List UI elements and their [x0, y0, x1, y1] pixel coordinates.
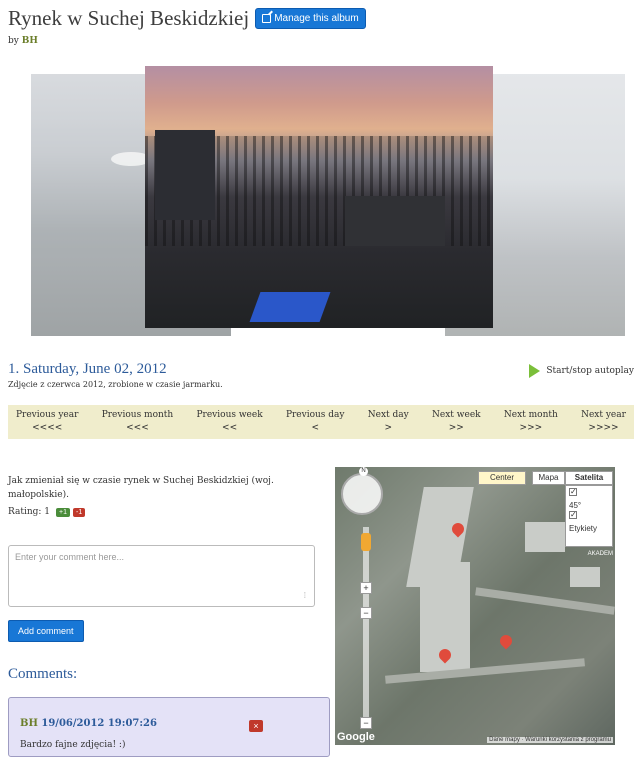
- nav-next-year[interactable]: Next year >>>>: [581, 405, 626, 439]
- comment-author[interactable]: BH: [20, 718, 38, 729]
- layer-labels-label: Etykiety: [569, 524, 598, 533]
- play-icon: [529, 364, 541, 378]
- manage-album-button[interactable]: Manage this album: [255, 8, 366, 29]
- nav-previous-week[interactable]: Previous week <<: [197, 405, 263, 439]
- street-view-pegman-icon[interactable]: [361, 533, 371, 551]
- byline-prefix: by: [8, 36, 19, 46]
- autoplay-toggle[interactable]: Start/stop autoplay: [529, 364, 634, 378]
- nav-previous-year[interactable]: Previous year <<<<: [16, 405, 78, 439]
- main-photo[interactable]: [145, 66, 493, 328]
- rating-label: Rating: 1: [8, 507, 51, 517]
- author-link[interactable]: BH: [22, 36, 38, 46]
- add-comment-button[interactable]: Add comment: [8, 620, 84, 642]
- nav-next-day[interactable]: Next day >: [368, 405, 409, 439]
- map-pan-control[interactable]: N: [341, 467, 383, 515]
- map-road: [475, 587, 615, 615]
- map-zoom-out-button[interactable]: −: [360, 607, 372, 619]
- map-marker-icon[interactable]: [497, 632, 515, 650]
- map-terms-link[interactable]: Dane mapy · Warunki korzystania z progra…: [487, 737, 613, 743]
- map-zoom-slider[interactable]: [363, 527, 369, 723]
- nav-next-month[interactable]: Next month >>>: [504, 405, 558, 439]
- resize-grip-icon[interactable]: ⁞: [304, 591, 306, 600]
- layer-labels-checkbox[interactable]: [569, 509, 577, 520]
- comment-timestamp: 19/06/2012 19:07:26: [41, 718, 157, 729]
- comment-placeholder: Enter your comment here...: [15, 552, 125, 562]
- autoplay-label: Start/stop autoplay: [546, 366, 634, 376]
- comment-text: Bardzo fajne zdjęcia! :): [20, 740, 126, 750]
- map-zoom-out-bottom-button[interactable]: −: [360, 717, 372, 729]
- google-logo[interactable]: Google: [337, 731, 375, 743]
- delete-comment-icon[interactable]: ×: [249, 720, 263, 732]
- north-indicator: N: [359, 467, 368, 476]
- vote-up-button[interactable]: +1: [56, 507, 71, 517]
- album-header: Rynek w Suchej Beskidzkiej Manage this a…: [8, 6, 366, 31]
- comment-meta: BH 19/06/2012 19:07:26: [20, 718, 157, 729]
- nav-next-week[interactable]: Next week >>: [432, 405, 481, 439]
- album-title: Rynek w Suchej Beskidzkiej: [8, 6, 250, 30]
- map-center-button[interactable]: Center: [478, 471, 526, 485]
- map-type-map-button[interactable]: Mapa: [532, 471, 565, 485]
- comments-heading: Comments:: [8, 666, 78, 682]
- location-map[interactable]: N + − − Center Mapa Satelita 45° Etykiet…: [335, 467, 615, 745]
- comment-item: BH 19/06/2012 19:07:26 × Bardzo fajne zd…: [8, 697, 330, 757]
- byline: by BH: [8, 36, 38, 46]
- map-zoom-in-button[interactable]: +: [360, 582, 372, 594]
- rating: Rating: 1 +1 -1: [8, 507, 86, 517]
- photo-date-title: 1. Saturday, June 02, 2012: [8, 361, 167, 377]
- nav-previous-month[interactable]: Previous month <<<: [102, 405, 174, 439]
- date-navigation: Previous year <<<< Previous month <<< Prev…: [8, 405, 634, 439]
- photo-carousel: [31, 66, 625, 336]
- photo-description: Jak zmieniał się w czasie rynek w Suchej…: [8, 476, 274, 500]
- photo-caption: Zdjęcie z czerwca 2012, zrobione w czasi…: [8, 380, 223, 389]
- comment-input[interactable]: Enter your comment here... ⁞: [8, 545, 315, 607]
- map-layers-menu: 45° Etykiety: [565, 485, 613, 547]
- edit-icon: [262, 14, 272, 23]
- layer-45-checkbox[interactable]: [569, 486, 577, 497]
- manage-album-label: Manage this album: [274, 13, 359, 24]
- nav-previous-day[interactable]: Previous day <: [286, 405, 345, 439]
- map-building: [570, 567, 600, 587]
- map-type-satellite-button[interactable]: Satelita: [565, 471, 613, 485]
- map-road: [385, 658, 585, 684]
- map-building: [525, 522, 565, 552]
- vote-down-button[interactable]: -1: [73, 507, 86, 517]
- map-area-label: AKADEM: [587, 551, 613, 557]
